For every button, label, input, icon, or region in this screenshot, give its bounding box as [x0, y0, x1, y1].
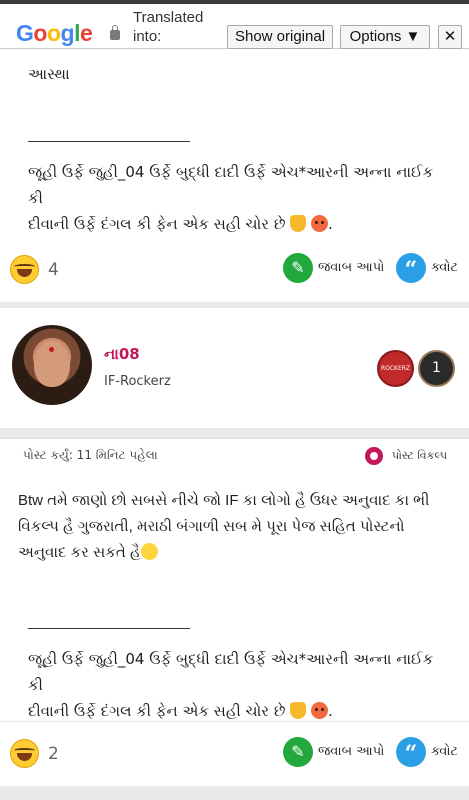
options-button[interactable]: Options ▼: [340, 25, 430, 49]
reply-button[interactable]: ✎: [283, 253, 313, 283]
laughing-emoji-icon[interactable]: [10, 739, 39, 768]
post-2-action-row: 2 ✎ જવાબ આપો “ ક્વોટ: [0, 722, 469, 786]
username[interactable]: ના08: [104, 345, 140, 363]
quote-button[interactable]: “: [396, 737, 426, 767]
post-2-line-2: વિકલ્પ હૈ ગુજરાતી, મરાઠી બંગાળી સબ મે પૂ…: [18, 518, 405, 535]
posted-time: પોસ્ટ કર્યું: 11 મિનિટ પહેલા: [23, 448, 158, 462]
reaction-count: 4: [48, 260, 59, 280]
translate-bar: Google Translated into: Show original Op…: [0, 0, 469, 49]
quote-label[interactable]: ક્વોટ: [431, 744, 458, 759]
reply-button[interactable]: ✎: [283, 737, 313, 767]
angry-face-icon: [310, 215, 328, 232]
google-logo: Google: [16, 20, 93, 46]
post-2-body: Btw તમે જાણો છો સબસે નીચે જો IF કા લોગો …: [0, 474, 469, 721]
quote-icon: “: [404, 741, 418, 767]
rockerz-badge-icon[interactable]: ROCKERZ: [377, 350, 414, 387]
close-icon[interactable]: ✕: [438, 25, 462, 49]
post-1-signature: જૂહી ઉર્ફે જુહી_04 ઉર્ફે બુદ્ધી દાદી ઉર્…: [28, 163, 434, 233]
post-2-line-3: અનુવાદ કર સકતે હૈ: [18, 544, 141, 561]
post-1-action-row: 4 ✎ જવાબ આપો “ ક્વોટ: [0, 238, 469, 302]
signature-divider: [28, 628, 190, 629]
signature-line-1: જૂહી ઉર્ફે જુહી_04 ઉર્ફે બુદ્ધી દાદી ઉર્…: [28, 650, 434, 694]
signature-line-2: દીવાની ઉર્ફે દંગલ કી ફેન એક સહી ચોર છે: [28, 702, 286, 720]
post-options-link[interactable]: પોસ્ટ વિકલ્પ: [392, 449, 447, 463]
signature-line-1: જૂહી ઉર્ફે જુહી_04 ઉર્ફે બુદ્ધી દાદી ઉર્…: [28, 163, 434, 207]
quote-label[interactable]: ક્વોટ: [431, 260, 458, 275]
thumbs-down-icon: [290, 702, 307, 719]
pencil-icon: ✎: [291, 258, 305, 277]
show-original-button[interactable]: Show original: [227, 25, 333, 49]
post-2-line-1: Btw તમે જાણો છો સબસે નીચે જો IF કા લોગો …: [18, 492, 430, 509]
post-2-signature: જૂહી ઉર્ફે જુહી_04 ઉર્ફે બુદ્ધી દાદી ઉર્…: [28, 650, 434, 720]
gear-icon[interactable]: [365, 447, 383, 465]
rank-badge-icon[interactable]: 1: [418, 350, 455, 387]
lock-icon: [110, 25, 120, 40]
post-1-text-top: આસ્થા: [28, 65, 70, 83]
quote-button[interactable]: “: [396, 253, 426, 283]
quote-icon: “: [404, 257, 418, 283]
user-title: IF-Rockerz: [104, 374, 171, 389]
angry-face-icon: [310, 702, 328, 719]
post-2-header: ના08 IF-Rockerz ROCKERZ 1: [0, 308, 469, 428]
reply-label[interactable]: જવાબ આપો: [318, 260, 384, 275]
reaction-count: 2: [48, 744, 59, 764]
post-2-meta: પોસ્ટ કર્યું: 11 મિનિટ પહેલા પોસ્ટ વિકલ્…: [0, 438, 469, 474]
signature-divider: [28, 141, 190, 142]
signature-line-2: દીવાની ઉર્ફે દંગલ કી ફેન એક સહી ચોર છે: [28, 215, 286, 233]
reply-label[interactable]: જવાબ આપો: [318, 744, 384, 759]
laughing-emoji-icon[interactable]: [10, 255, 39, 284]
translated-into-label: Translated into:: [133, 9, 204, 45]
laughing-emoji-icon: [140, 543, 158, 560]
pencil-icon: ✎: [291, 742, 305, 761]
thumbs-down-icon: [290, 215, 307, 232]
post-2-text: Btw તમે જાણો છો સબસે નીચે જો IF કા લોગો …: [18, 488, 458, 566]
avatar[interactable]: [12, 325, 92, 405]
